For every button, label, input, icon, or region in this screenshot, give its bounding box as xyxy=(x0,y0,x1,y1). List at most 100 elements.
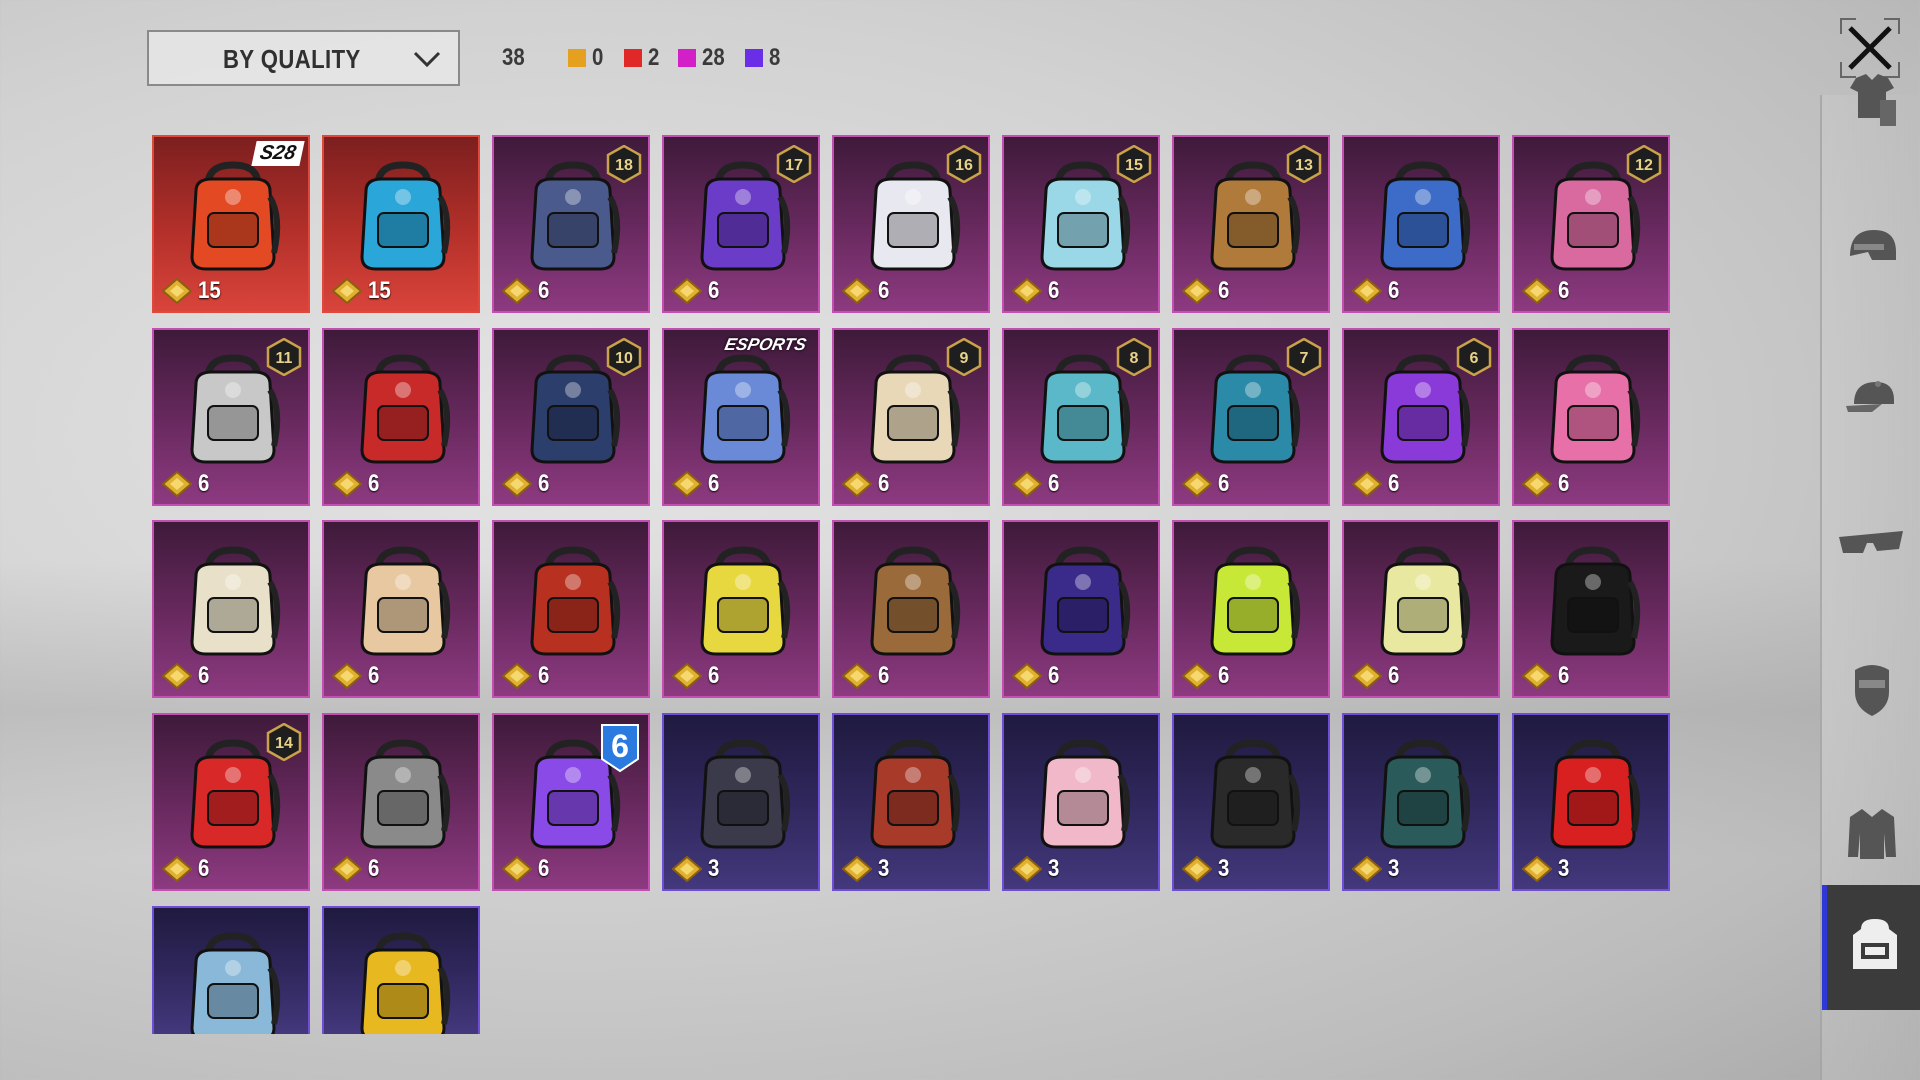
sidebar-item-jacket[interactable] xyxy=(1822,785,1920,885)
item-card[interactable]: 6 xyxy=(322,328,480,506)
item-price-value: 6 xyxy=(1218,277,1230,304)
item-price: 3 xyxy=(1522,855,1571,883)
item-card[interactable]: 12 6 xyxy=(1512,135,1670,313)
item-card[interactable]: 13 6 xyxy=(1172,135,1330,313)
coin-icon xyxy=(162,278,192,304)
svg-text:15: 15 xyxy=(1125,157,1143,174)
item-card[interactable]: 6 xyxy=(322,713,480,891)
sidebar-item-cap[interactable] xyxy=(1822,350,1920,450)
item-card[interactable]: 6 xyxy=(1342,135,1500,313)
item-card[interactable]: 96 xyxy=(832,328,990,506)
item-card[interactable]: 3 xyxy=(1002,713,1160,891)
item-card[interactable]: 15 xyxy=(322,135,480,313)
quality-count-epic: 28 xyxy=(678,44,729,72)
backpack-image xyxy=(1380,161,1471,271)
item-card[interactable]: 66 xyxy=(1342,328,1500,506)
backpack-image xyxy=(190,546,281,656)
coin-icon xyxy=(1012,856,1042,882)
item-price: 6 xyxy=(1012,662,1061,690)
sidebar-item-glasses[interactable] xyxy=(1822,495,1920,595)
backpack-image xyxy=(1550,739,1641,849)
item-price-value: 3 xyxy=(1388,855,1400,882)
item-price: 6 xyxy=(1522,470,1571,498)
coin-icon xyxy=(332,471,362,497)
item-price: 6 xyxy=(1352,662,1401,690)
item-card[interactable] xyxy=(322,906,480,1034)
item-card[interactable]: 6 xyxy=(1172,520,1330,698)
item-card[interactable]: 6 xyxy=(1512,520,1670,698)
item-card[interactable]: 6 xyxy=(1002,520,1160,698)
level-badge: 16 xyxy=(946,145,982,183)
item-price: 6 xyxy=(1522,277,1571,305)
item-price-value: 6 xyxy=(1048,277,1060,304)
backpack-image xyxy=(360,161,451,271)
coin-icon xyxy=(1522,856,1552,882)
coin-icon xyxy=(1522,278,1552,304)
item-price: 6 xyxy=(332,470,381,498)
item-card[interactable]: 10 6 xyxy=(492,328,650,506)
item-price-value: 6 xyxy=(538,662,550,689)
item-price: 6 xyxy=(1012,470,1061,498)
coin-icon xyxy=(1182,471,1212,497)
level-badge: 12 xyxy=(1626,145,1662,183)
sidebar-item-outfit[interactable] xyxy=(1822,50,1920,150)
coin-icon xyxy=(502,663,532,689)
cap-icon xyxy=(1842,368,1902,433)
svg-text:11: 11 xyxy=(276,350,293,367)
item-price: 6 xyxy=(1182,277,1231,305)
item-card[interactable]: 3 xyxy=(832,713,990,891)
coin-icon xyxy=(672,278,702,304)
item-price-value: 6 xyxy=(198,855,210,882)
backpack-image xyxy=(360,932,451,1034)
item-card[interactable] xyxy=(152,906,310,1034)
sort-dropdown[interactable]: BY QUALITY xyxy=(147,30,460,86)
item-card[interactable]: 11 6 xyxy=(152,328,310,506)
item-card[interactable]: 66 xyxy=(492,713,650,891)
backpack-image xyxy=(870,739,961,849)
item-card[interactable]: 3 xyxy=(1342,713,1500,891)
item-card[interactable]: 3 xyxy=(1512,713,1670,891)
item-price: 6 xyxy=(162,855,211,883)
coin-icon xyxy=(502,278,532,304)
item-price-value: 6 xyxy=(708,662,720,689)
item-card[interactable]: 14 6 xyxy=(152,713,310,891)
item-price-value: 6 xyxy=(708,470,720,497)
item-card[interactable]: S28 15 xyxy=(152,135,310,313)
frame-corner xyxy=(1884,18,1900,34)
item-price-value: 15 xyxy=(198,277,221,304)
item-card[interactable]: 18 6 xyxy=(492,135,650,313)
coin-icon xyxy=(1522,663,1552,689)
item-card[interactable]: 6 xyxy=(832,520,990,698)
item-card[interactable]: 6 xyxy=(1342,520,1500,698)
item-card[interactable]: 6 xyxy=(1512,328,1670,506)
backpack-image xyxy=(190,932,281,1034)
backpack-image xyxy=(700,739,791,849)
level-badge: 9 xyxy=(946,338,982,376)
item-card[interactable]: 86 xyxy=(1002,328,1160,506)
item-card[interactable]: 16 6 xyxy=(832,135,990,313)
quality-count-mythic: 2 xyxy=(624,44,661,72)
svg-text:6: 6 xyxy=(1470,350,1479,367)
coin-icon xyxy=(672,471,702,497)
item-card[interactable]: 76 xyxy=(1172,328,1330,506)
item-card[interactable]: 3 xyxy=(662,713,820,891)
item-card[interactable]: 15 6 xyxy=(1002,135,1160,313)
item-price-value: 6 xyxy=(708,277,720,304)
item-card[interactable]: 6 xyxy=(662,520,820,698)
sidebar-item-helmet[interactable] xyxy=(1822,200,1920,300)
item-card[interactable]: 6 xyxy=(492,520,650,698)
helmet-icon xyxy=(1842,218,1902,283)
item-price-value: 6 xyxy=(368,470,380,497)
item-price-value: 6 xyxy=(1218,470,1230,497)
legendary-swatch xyxy=(568,49,586,67)
item-card[interactable]: 6 xyxy=(152,520,310,698)
item-card[interactable]: ESPORTS 6 xyxy=(662,328,820,506)
item-tag: ESPORTS xyxy=(723,335,809,354)
item-card[interactable]: 3 xyxy=(1172,713,1330,891)
sidebar-item-backpack[interactable] xyxy=(1822,885,1920,1010)
item-card[interactable]: 17 6 xyxy=(662,135,820,313)
backpack-image xyxy=(1380,546,1471,656)
item-card[interactable]: 6 xyxy=(322,520,480,698)
coin-icon xyxy=(1352,278,1382,304)
sidebar-item-mask[interactable] xyxy=(1822,640,1920,740)
